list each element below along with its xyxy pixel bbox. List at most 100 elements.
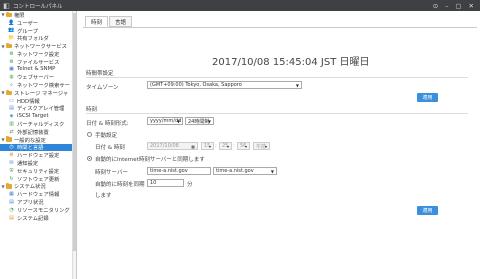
chevron-down-icon: ▾: [226, 144, 229, 149]
date-picker[interactable]: 2017/10/08 ▦: [147, 142, 198, 150]
hour-colon: :: [215, 143, 217, 149]
chevron-down-icon: ▼: [207, 119, 211, 124]
sidebar-item[interactable]: ▤ システム記録: [0, 214, 76, 222]
web-icon: ◍: [9, 74, 14, 81]
sidebar-item[interactable]: ↻ ソフトウェア更新: [0, 175, 76, 183]
raid-icon: ▤: [9, 105, 14, 112]
sync-interval-input[interactable]: 10: [147, 179, 184, 187]
manual-setting-radio[interactable]: [87, 132, 92, 137]
hw-info-icon: ▦: [9, 191, 14, 198]
chevron-down-icon: ▾: [208, 144, 211, 149]
tab-time[interactable]: 時刻: [85, 16, 109, 27]
sidebar-group[interactable]: ▼ 一般的な設定: [0, 136, 76, 144]
sidebar-item[interactable]: ▤ ディスクアレイ管理: [0, 105, 76, 112]
time-apply-button[interactable]: 適用: [417, 206, 438, 215]
main-panel: 時刻 言語 2017/10/08 15:45:04 JST 日曜日 時間帯設定 …: [79, 11, 480, 279]
file-service-icon: ⚙: [9, 58, 14, 65]
sidebar-item[interactable]: ◈ iSCSI Target: [0, 112, 76, 120]
close-icon[interactable]: ✕: [469, 2, 474, 10]
current-time-display: 2017/10/08 15:45:04 JST 日曜日: [212, 57, 370, 68]
date-value: 2017/10/08: [150, 143, 179, 149]
sidebar-item[interactable]: ⚙ ファイルサービス: [0, 58, 76, 66]
tab-divider: [83, 26, 477, 28]
timezone-select-value: (GMT+09:00) Tokyo, Osaka, Sapporo: [150, 82, 242, 88]
chevron-down-icon: ▼: [270, 169, 274, 174]
update-icon: ↻: [9, 175, 14, 182]
sidebar-item-label: ファイルサービス: [17, 59, 60, 66]
sidebar-item-label: 共有フォルダ: [17, 36, 49, 43]
sidebar-group[interactable]: ▼ システム状況: [0, 183, 76, 190]
time-server-select[interactable]: time-a.nist.gov ▼: [213, 167, 277, 175]
time-server-label: 時刻サーバー: [95, 170, 128, 176]
security-icon: ⛨: [9, 167, 14, 174]
network-icon: ⚙: [9, 50, 14, 57]
timezone-section-title: 時間帯設定: [86, 71, 114, 77]
chevron-down-icon: ▼: [176, 119, 180, 124]
sidebar-item[interactable]: 📁 共有フォルダ: [0, 34, 76, 42]
virtual-disk-icon: ▥: [9, 121, 14, 128]
sidebar-item[interactable]: ⇄ 外部記憶装置: [0, 128, 76, 136]
sidebar-item-label: Telnet & SNMP: [17, 66, 56, 73]
title-toolbar: ⊙ – ▢ ✕: [433, 2, 474, 10]
time-server-input[interactable]: time-a.nist.gov: [147, 167, 211, 175]
sidebar-item[interactable]: ▤ アプリ状況: [0, 198, 76, 206]
sidebar-item-label: ソフトウェア更新: [17, 176, 60, 183]
sidebar-item[interactable]: ⚙ ハードウェア設定: [0, 151, 76, 159]
sidebar-item[interactable]: ▭ HDD情報: [0, 97, 76, 105]
sidebar-item[interactable]: ▥ バーチャルディスク: [0, 120, 76, 128]
sidebar-group[interactable]: ▼ ストレージ マネージャ: [0, 89, 76, 97]
hour-select[interactable]: 15 ▾: [201, 142, 214, 150]
sidebar-item[interactable]: ▣ Telnet & SNMP: [0, 66, 76, 74]
tab-language[interactable]: 言語: [109, 16, 133, 27]
monitor-icon: ◔: [9, 206, 14, 213]
auto-sync-radio[interactable]: [87, 156, 92, 161]
sidebar-tree: ▼ 権限 👤 ユーザー 👥 グループ 📁 共有フォルダ ▼ ネットワークサービス ⚙ ネットワーク設定…: [0, 11, 76, 222]
time-format-value: 24時間制: [188, 118, 210, 125]
sidebar-group[interactable]: ▼ ネットワークサービス: [0, 42, 76, 50]
sidebar-item[interactable]: 👤 ユーザー: [0, 19, 76, 27]
sidebar-item[interactable]: ⚙ ネットワーク設定: [0, 50, 76, 58]
sidebar-item-label: リソースモニタリング: [17, 207, 70, 214]
timezone-apply-button[interactable]: 適用: [417, 93, 438, 102]
sidebar-item-label: セキュリティ設定: [17, 168, 60, 175]
second-select[interactable]: 56 ▾: [237, 142, 250, 150]
minute-select[interactable]: 25 ▾: [219, 142, 232, 150]
sidebar-item[interactable]: ⛨ セキュリティ設定: [0, 167, 76, 175]
sidebar-item-label: グループ: [17, 28, 38, 35]
sidebar-item[interactable]: ⌕ ネットワーク検索サー: [0, 81, 76, 89]
user-icon: 👤: [8, 19, 15, 26]
title-bar: ◧ コントロールパネル ⊙ – ▢ ✕: [0, 0, 480, 11]
sidebar-item-label: 外部記憶装置: [17, 129, 49, 136]
timezone-select[interactable]: (GMT+09:00) Tokyo, Osaka, Sapporo ▼: [147, 81, 302, 89]
maximize-icon[interactable]: ▢: [455, 2, 461, 10]
sidebar-item[interactable]: ◍ ウェブサーバー: [0, 73, 76, 81]
chevron-down-icon: ▼: [295, 83, 299, 88]
sidebar-item[interactable]: 👥 グループ: [0, 27, 76, 35]
search-icon: ⌕: [10, 82, 13, 89]
minimize-icon[interactable]: –: [445, 2, 448, 10]
sidebar-item-label: 一般的な設定: [14, 137, 46, 144]
time-format-select[interactable]: 24時間制 ▼: [185, 117, 214, 125]
app-title: コントロールパネル: [13, 3, 63, 10]
sidebar-item-label: システム記録: [17, 215, 49, 222]
sidebar-item-label: ユーザー: [17, 20, 39, 27]
chevron-down-icon: ▾: [244, 144, 247, 149]
sidebar-item-label: バーチャルディスク: [17, 122, 65, 129]
sidebar-scrollbar-thumb[interactable]: [73, 13, 76, 251]
sidebar-item-label: iSCSI Target: [17, 113, 49, 120]
ampm-select[interactable]: 午前 ▾: [253, 142, 270, 150]
date-format-select[interactable]: yyyy/mm/dd ▼: [147, 117, 183, 125]
sidebar-item[interactable]: ◷ 時間と言語: [0, 143, 76, 151]
group-icon: 👥: [8, 27, 15, 34]
sync-interval-unit: 分: [187, 182, 193, 188]
time-section-title: 時刻: [86, 107, 98, 113]
sidebar-item[interactable]: ◔ リソースモニタリング: [0, 206, 76, 214]
folder-icon: [5, 42, 12, 49]
hardware-icon: ⚙: [9, 152, 14, 159]
sidebar-item[interactable]: ▦ ハードウェア情報: [0, 190, 76, 198]
sidebar-scrollbar[interactable]: [72, 11, 76, 279]
auto-sync-label: 自動的にInternet時刻サーバーと同期します: [95, 157, 205, 163]
pin-icon[interactable]: ⊙: [433, 2, 438, 10]
sidebar-group[interactable]: ▼ 権限: [0, 11, 76, 19]
sidebar-item[interactable]: ✉ 通知設定: [0, 159, 76, 167]
